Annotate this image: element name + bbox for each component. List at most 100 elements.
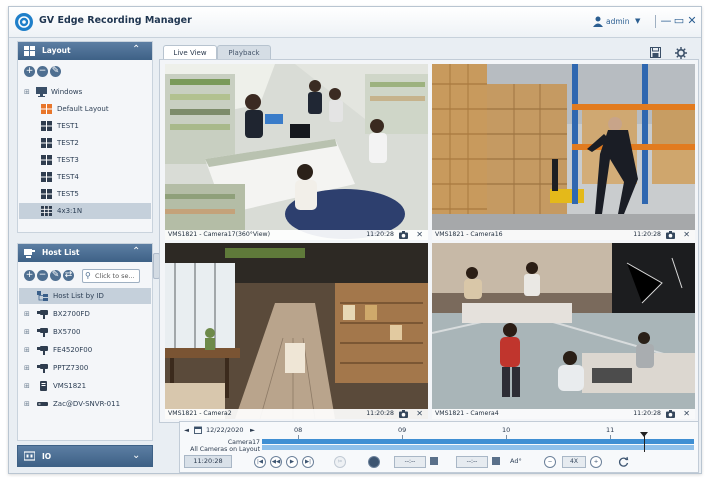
playback-controls: 11:20:28 |◀ ◀◀ ▶ ▶| ✂ --:-- --:-- Ad° − … (184, 455, 694, 468)
host-item-zac-nvr[interactable]: ⊞ Zac@DV-SNVR-011 (19, 396, 151, 412)
layout-item-test1[interactable]: TEST1 (19, 118, 151, 134)
connect-host-button[interactable]: ⇄ (63, 270, 74, 281)
skip-back-button[interactable]: |◀ (254, 456, 266, 468)
expand-icon[interactable]: ⊞ (24, 346, 30, 354)
layout-item-default[interactable]: Default Layout (19, 101, 151, 117)
recording-track-layout[interactable] (262, 445, 694, 450)
snapshot-icon[interactable] (666, 231, 675, 239)
chevron-up-icon[interactable]: ⌃ (132, 44, 140, 55)
expand-icon[interactable]: ⊞ (24, 364, 30, 372)
playhead-line (644, 434, 645, 452)
recording-track-camera[interactable] (262, 439, 694, 444)
camera-view-1[interactable]: VMS1821 - Camera17(360°View) 11:20:28 ✕ (165, 64, 428, 240)
record-button[interactable] (368, 456, 380, 468)
minimize-button[interactable]: — (660, 13, 672, 29)
chevron-up-icon[interactable]: ⌃ (132, 246, 140, 257)
app-window: GV Edge Recording Manager admin ▼ — ▭ ✕ … (8, 6, 702, 474)
hour-tick-label: 11 (606, 426, 615, 434)
camera-time: 11:20:28 (366, 410, 394, 417)
monitor-icon (36, 87, 47, 97)
layout-item-label: 4x3:1N (57, 207, 83, 215)
play-button[interactable]: ▶ (286, 456, 298, 468)
camera-view-2[interactable]: VMS1821 - Camera16 11:20:28 ✕ (432, 64, 695, 240)
chevron-down-icon[interactable]: ⌄ (132, 450, 140, 461)
camera-view-4[interactable]: VMS1821 - Camera4 11:20:28 ✕ (432, 243, 695, 419)
date-value[interactable]: 12/22/2020 (206, 426, 243, 434)
save-icon[interactable] (650, 47, 661, 58)
snapshot-icon[interactable] (666, 410, 675, 418)
set-start-button[interactable] (430, 457, 438, 465)
gear-icon[interactable] (675, 47, 687, 59)
maximize-button[interactable]: ▭ (673, 13, 685, 29)
layout-item-windows[interactable]: ⊞ Windows (19, 84, 151, 100)
timeline-panel: ◄ 12/22/2020 ► 08 09 10 11 Camera17 All … (179, 421, 699, 473)
host-item-fe4520f00[interactable]: ⊞ FE4520F00 (19, 342, 151, 358)
remove-layout-button[interactable]: − (37, 66, 48, 77)
tab-playback[interactable]: Playback (217, 45, 271, 60)
close-view-icon[interactable]: ✕ (416, 409, 423, 418)
layout-item-label: TEST3 (57, 156, 79, 164)
layout-grid-icon (24, 46, 35, 56)
close-view-icon[interactable]: ✕ (416, 230, 423, 239)
snapshot-icon[interactable] (399, 231, 408, 239)
sync-icon[interactable] (618, 456, 629, 467)
tab-live-view[interactable]: Live View (163, 45, 217, 60)
layout-panel-header[interactable]: Layout ⌃ (18, 42, 152, 60)
host-item-label: Host List by ID (53, 292, 104, 300)
snapshot-icon[interactable] (399, 410, 408, 418)
camera-view-3[interactable]: VMS1821 - Camera2 11:20:28 ✕ (165, 243, 428, 419)
host-item-label: VMS1821 (53, 382, 87, 390)
close-button[interactable]: ✕ (686, 13, 698, 29)
host-list-header[interactable]: Host List ⌃ (18, 244, 152, 262)
camera-name: VMS1821 - Camera4 (435, 410, 499, 417)
camera-info-bar: VMS1821 - Camera17(360°View) 11:20:28 ✕ (165, 230, 428, 240)
layout-item-test5[interactable]: TEST5 (19, 186, 151, 202)
close-view-icon[interactable]: ✕ (683, 409, 690, 418)
skip-forward-button[interactable]: ▶| (302, 456, 314, 468)
grid-orange-icon (41, 104, 52, 114)
host-item-vms1821[interactable]: ⊞ VMS1821 (19, 378, 151, 394)
host-item-label: PPTZ7300 (53, 364, 89, 372)
host-list-panel: Host List ⌃ + − ✎ ⇄ ⚲ Click to se... Hos… (17, 243, 153, 441)
host-item-bx5700[interactable]: ⊞ BX5700 (19, 324, 151, 340)
host-item-by-id[interactable]: Host List by ID (19, 288, 151, 304)
camera-time: 11:20:28 (633, 410, 661, 417)
chevron-down-icon: ▼ (635, 17, 641, 25)
expand-icon[interactable]: ⊞ (24, 88, 30, 96)
edit-host-button[interactable]: ✎ (50, 270, 61, 281)
prev-day-button[interactable]: ◄ (184, 426, 189, 434)
expand-icon[interactable]: ⊞ (24, 328, 30, 336)
host-item-label: BX5700 (53, 328, 81, 336)
expand-icon[interactable]: ⊞ (24, 400, 30, 408)
audio-label[interactable]: Ad° (510, 457, 522, 465)
host-search-input[interactable]: ⚲ Click to se... (82, 269, 140, 283)
start-time-field[interactable]: --:-- (394, 456, 426, 468)
add-layout-button[interactable]: + (24, 66, 35, 77)
edit-layout-button[interactable]: ✎ (50, 66, 61, 77)
faster-button[interactable]: + (590, 456, 602, 468)
remove-host-button[interactable]: − (37, 270, 48, 281)
expand-icon[interactable]: ⊞ (24, 382, 30, 390)
host-icon (24, 249, 35, 258)
layout-item-test3[interactable]: TEST3 (19, 152, 151, 168)
hour-tick-label: 09 (398, 426, 407, 434)
layout-item-label: TEST4 (57, 173, 79, 181)
close-view-icon[interactable]: ✕ (683, 230, 690, 239)
end-time-field[interactable]: --:-- (456, 456, 488, 468)
export-button[interactable]: ✂ (334, 456, 346, 468)
expand-icon[interactable]: ⊞ (24, 310, 30, 318)
rewind-button[interactable]: ◀◀ (270, 456, 282, 468)
set-end-button[interactable] (492, 457, 500, 465)
host-item-pptz7300[interactable]: ⊞ PPTZ7300 (19, 360, 151, 376)
add-host-button[interactable]: + (24, 270, 35, 281)
next-day-button[interactable]: ► (250, 426, 255, 434)
warehouse-scene-image (432, 64, 695, 240)
host-item-bx2700fd[interactable]: ⊞ BX2700FD (19, 306, 151, 322)
io-panel-header[interactable]: IO ⌄ (17, 445, 153, 467)
host-item-label: FE4520F00 (53, 346, 93, 354)
layout-item-test2[interactable]: TEST2 (19, 135, 151, 151)
layout-item-selected[interactable]: 4x3:1N (19, 203, 151, 219)
layout-item-test4[interactable]: TEST4 (19, 169, 151, 185)
slower-button[interactable]: − (544, 456, 556, 468)
calendar-icon[interactable] (194, 426, 202, 434)
